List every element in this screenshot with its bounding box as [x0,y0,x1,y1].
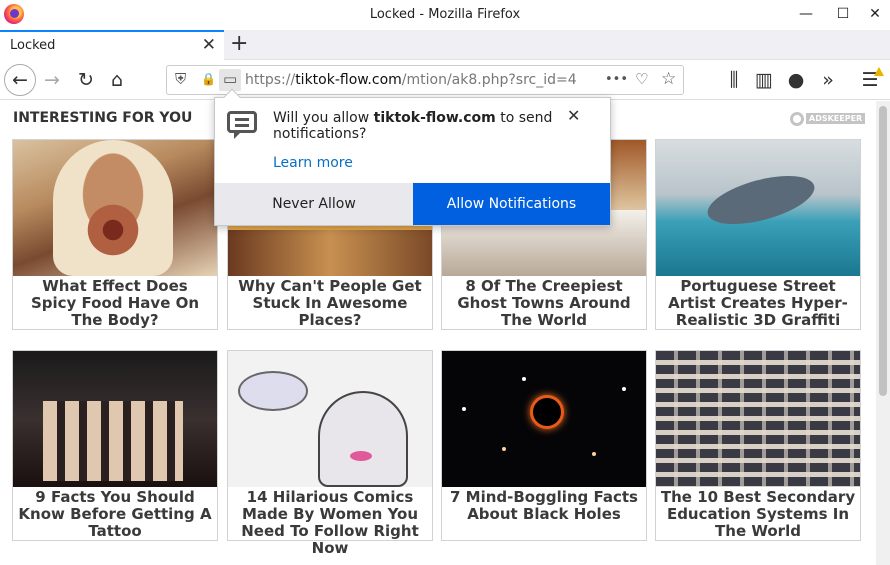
popup-site: tiktok-flow.com [373,110,496,126]
key-icon [790,112,804,126]
allow-notifications-button[interactable]: Allow Notifications [413,183,610,225]
article-card[interactable]: 7 Mind-Boggling Facts About Black Holes [441,350,647,541]
article-thumbnail[interactable] [228,351,432,487]
article-caption[interactable]: What Effect Does Spicy Food Have On The … [17,278,213,329]
article-card[interactable]: The 10 Best Secondary Education Systems … [655,350,861,541]
article-caption[interactable]: 8 Of The Creepiest Ghost Towns Around Th… [446,278,642,329]
article-thumbnail[interactable] [656,351,860,487]
window-title: Locked - Mozilla Firefox [369,7,521,22]
navigation-toolbar: ← → ↻ ⌂ ⛨ 🔒 ▭ https://tiktok-flow.com/mt… [0,60,890,100]
article-caption[interactable]: 7 Mind-Boggling Facts About Black Holes [446,489,642,523]
forward-button[interactable]: → [40,68,64,92]
article-card[interactable]: 9 Facts You Should Know Before Getting A… [12,350,218,541]
home-button[interactable]: ⌂ [105,68,129,92]
learn-more-link[interactable]: Learn more [273,155,353,171]
article-card[interactable]: What Effect Does Spicy Food Have On The … [12,139,218,330]
article-caption[interactable]: The 10 Best Secondary Education Systems … [660,489,856,540]
scrollbar-thumb[interactable] [879,106,887,396]
insecure-lock-icon[interactable]: 🔒 [201,72,216,86]
permission-chat-icon: ▭ [223,70,238,88]
url-bar[interactable]: ⛨ 🔒 ▭ https://tiktok-flow.com/mtion/ak8.… [166,65,684,95]
page-actions-icon[interactable]: ••• [605,72,628,87]
article-card[interactable]: 14 Hilarious Comics Made By Women You Ne… [227,350,433,557]
never-allow-button[interactable]: Never Allow [215,183,413,225]
article-caption[interactable]: Why Can't People Get Stuck In Awesome Pl… [232,278,428,329]
article-thumbnail[interactable] [13,140,217,276]
back-arrow-icon[interactable]: ← [8,68,32,92]
maximize-button[interactable]: ☐ [826,3,860,25]
sync-account-icon[interactable]: ● [784,68,808,92]
tab-locked[interactable]: Locked ✕ [0,30,224,60]
article-card[interactable]: Portuguese Street Artist Creates Hyper-R… [655,139,861,330]
sidebar-icon[interactable]: ▥ [752,68,776,92]
new-tab-button[interactable]: + [230,31,248,56]
close-window-button[interactable]: ✕ [858,3,890,25]
article-thumbnail[interactable] [656,140,860,276]
section-heading: INTERESTING FOR YOU [13,110,193,126]
popup-close-icon[interactable]: ✕ [567,106,580,125]
update-warning-icon [874,67,884,76]
article-caption[interactable]: 14 Hilarious Comics Made By Women You Ne… [232,489,428,557]
page-scrollbar[interactable] [876,101,890,565]
sponsor-label: ADSKEEPER [806,113,866,124]
popup-message: Will you allow tiktok-flow.com to send n… [273,110,565,142]
window-titlebar: Locked - Mozilla Firefox — ☐ ✕ [0,0,890,30]
overflow-menu-icon[interactable]: » [816,68,840,92]
library-icon[interactable]: ⫼ [722,68,746,92]
tab-title: Locked [10,38,56,53]
pocket-icon[interactable]: ♡ [635,70,648,88]
reload-button[interactable]: ↻ [74,68,98,92]
notification-chat-icon [227,111,257,139]
notification-permission-popup: Will you allow tiktok-flow.com to send n… [214,88,611,226]
url-host: tiktok-flow.com [295,72,402,88]
article-thumbnail[interactable] [13,351,217,487]
adskeeper-logo[interactable]: ADSKEEPER [790,112,866,126]
bookmark-star-icon[interactable]: ☆ [661,69,676,89]
minimize-button[interactable]: — [789,3,823,25]
article-caption[interactable]: 9 Facts You Should Know Before Getting A… [17,489,213,540]
url-prefix: https:// [245,72,296,88]
tab-close-icon[interactable]: ✕ [202,35,216,55]
url-path: /mtion/ak8.php?src_id=4 [401,72,577,88]
popup-buttons: Never Allow Allow Notifications [215,183,610,225]
popup-message-prefix: Will you allow [273,110,374,126]
article-caption[interactable]: Portuguese Street Artist Creates Hyper-R… [660,278,856,329]
article-thumbnail[interactable] [442,351,646,487]
tracking-shield-icon[interactable]: ⛨ [175,70,186,88]
url-text[interactable]: https://tiktok-flow.com/mtion/ak8.php?sr… [245,72,597,88]
tab-bar: Locked ✕ + [0,30,890,60]
